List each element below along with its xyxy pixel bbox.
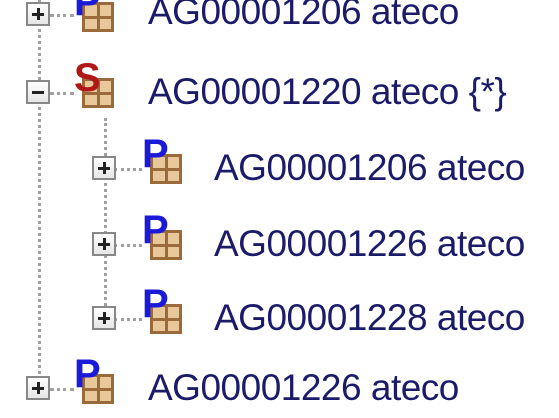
expand-button[interactable] — [92, 156, 116, 180]
tree-node[interactable]: P AG00001228 ateco — [0, 284, 559, 346]
tree-node[interactable]: P AG00001226 ateco — [0, 354, 559, 416]
node-label: AG00001226 ateco — [214, 223, 525, 264]
project-icon: P — [72, 354, 118, 406]
project-icon: P — [140, 284, 186, 336]
project-icon: P — [140, 210, 186, 262]
node-label: AG00001228 ateco — [214, 297, 525, 338]
tree-node[interactable]: P AG00001206 ateco — [0, 0, 559, 40]
tree-view: P AG00001206 ateco S AG00001220 ateco {*… — [0, 0, 559, 418]
expand-button[interactable] — [92, 306, 116, 330]
p-badge-icon: P — [142, 208, 169, 252]
node-label: AG00001226 ateco — [148, 367, 459, 408]
node-label: AG00001220 ateco {*} — [148, 71, 507, 112]
p-badge-icon: P — [74, 352, 101, 396]
expand-button[interactable] — [92, 232, 116, 256]
node-label: AG00001206 ateco — [148, 0, 459, 32]
collapse-button[interactable] — [26, 80, 50, 104]
tree-node[interactable]: P AG00001206 ateco — [0, 134, 559, 196]
p-badge-icon: P — [142, 132, 169, 176]
project-icon: P — [72, 0, 118, 34]
expand-button[interactable] — [26, 376, 50, 400]
p-badge-icon: P — [142, 282, 169, 326]
p-badge-icon: P — [74, 0, 101, 24]
s-badge-icon: S — [74, 56, 101, 100]
expand-button[interactable] — [26, 2, 50, 26]
subproject-icon: S — [72, 58, 118, 110]
node-label: AG00001206 ateco — [214, 147, 525, 188]
tree-node[interactable]: P AG00001226 ateco — [0, 210, 559, 272]
project-icon: P — [140, 134, 186, 186]
tree-node[interactable]: S AG00001220 ateco {*} — [0, 58, 559, 120]
